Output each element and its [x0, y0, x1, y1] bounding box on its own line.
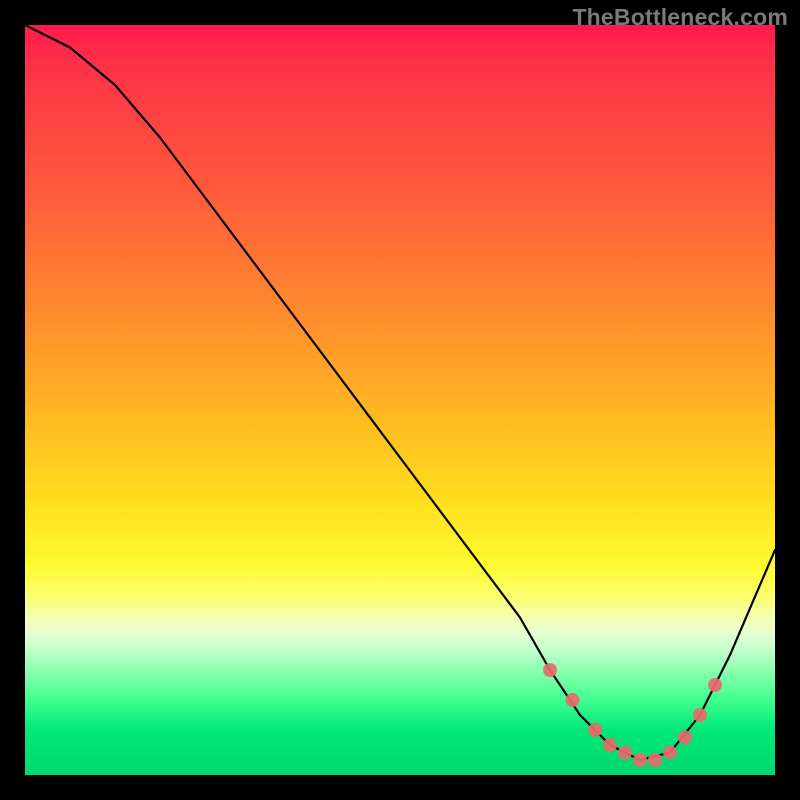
- chart-svg: [25, 25, 775, 775]
- plot-area: [25, 25, 775, 775]
- highlight-dot: [566, 693, 580, 707]
- highlight-dot: [603, 738, 617, 752]
- highlight-dot: [678, 731, 692, 745]
- highlight-dots: [543, 663, 722, 767]
- highlight-dot: [693, 708, 707, 722]
- highlight-dot: [543, 663, 557, 677]
- highlight-dot: [663, 746, 677, 760]
- bottleneck-curve: [25, 25, 775, 760]
- highlight-dot: [618, 746, 632, 760]
- chart-stage: TheBottleneck.com: [0, 0, 800, 800]
- highlight-dot: [708, 678, 722, 692]
- highlight-dot: [633, 753, 647, 767]
- highlight-dot: [648, 753, 662, 767]
- highlight-dot: [588, 723, 602, 737]
